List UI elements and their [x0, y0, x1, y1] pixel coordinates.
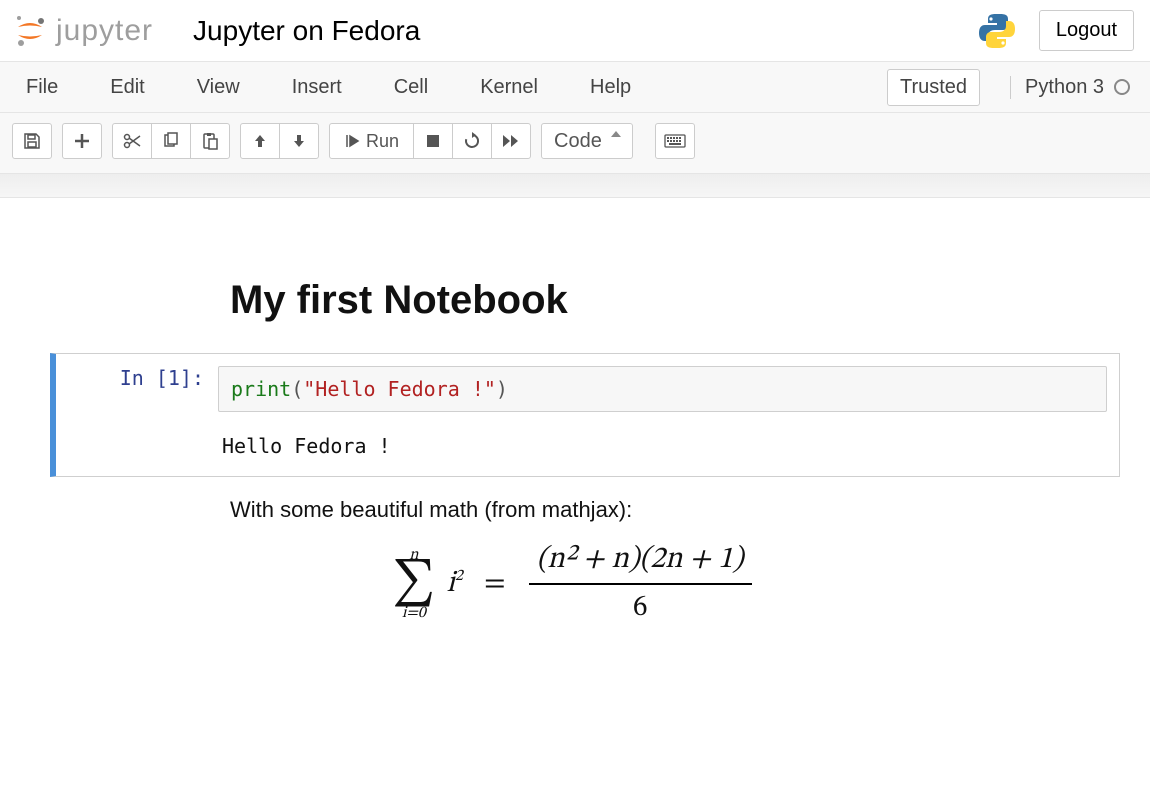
trusted-indicator[interactable]: Trusted [887, 69, 980, 106]
copy-button[interactable] [151, 123, 191, 159]
cell-type-select[interactable]: Code [541, 123, 633, 159]
run-icon [344, 133, 360, 149]
kernel-indicator: Python 3 [1010, 76, 1130, 99]
paste-icon [201, 132, 219, 150]
markdown-text[interactable]: With some beautiful math (from mathjax): [230, 497, 1120, 523]
move-down-button[interactable] [279, 123, 319, 159]
fraction-denominator: 6 [633, 585, 648, 627]
restart-button[interactable] [452, 123, 492, 159]
toolbar: Run Code [0, 113, 1150, 174]
menu-view[interactable]: View [191, 70, 246, 105]
output-prompt [68, 434, 218, 458]
fraction: (n² + n)(2n + 1) 6 [523, 541, 758, 627]
save-button[interactable] [12, 123, 52, 159]
cell-prompt: In [1]: [68, 366, 218, 390]
kernel-status-circle-icon [1114, 79, 1130, 95]
sum-lower: i=0 [402, 605, 426, 621]
cell-type-dropdown[interactable]: Code [541, 123, 633, 159]
scissors-icon [122, 132, 142, 150]
notebook-title[interactable]: Jupyter on Fedora [193, 15, 420, 47]
markdown-heading[interactable]: My first Notebook [230, 278, 1120, 323]
forward-icon [502, 133, 520, 149]
restart-icon [463, 132, 481, 150]
fraction-numerator: (n² + n)(2n + 1) [529, 541, 752, 585]
arrow-down-icon [291, 133, 307, 149]
menu-help[interactable]: Help [584, 70, 637, 105]
sum-term: i2 [442, 569, 466, 599]
token-string: "Hello Fedora !" [303, 377, 496, 401]
token-function: print [231, 377, 291, 401]
command-palette-button[interactable] [655, 123, 695, 159]
plus-icon [73, 132, 91, 150]
stop-button[interactable] [413, 123, 453, 159]
separator-strip [0, 174, 1150, 198]
keyboard-icon [664, 134, 686, 148]
menu-edit[interactable]: Edit [104, 70, 150, 105]
brand-text: jupyter [56, 14, 153, 48]
arrow-up-icon [252, 133, 268, 149]
notebook-area: My first Notebook In [1]: print("Hello F… [0, 198, 1150, 667]
cell-output: Hello Fedora ! [218, 434, 391, 458]
run-all-button[interactable] [491, 123, 531, 159]
run-label: Run [366, 131, 399, 152]
add-cell-button[interactable] [62, 123, 102, 159]
equal-sign: = [474, 569, 516, 599]
math-formula: n ∑ i=0 i2 = (n² + n)(2n + 1) 6 [30, 541, 1120, 627]
jupyter-icon [12, 13, 48, 49]
move-up-button[interactable] [240, 123, 280, 159]
jupyter-logo[interactable]: jupyter [12, 13, 153, 49]
run-button[interactable]: Run [329, 123, 414, 159]
token-paren-open: ( [291, 377, 303, 401]
code-input[interactable]: print("Hello Fedora !") [218, 366, 1107, 412]
menubar: File Edit View Insert Cell Kernel Help T… [0, 61, 1150, 113]
sum-symbol: n ∑ i=0 [392, 547, 435, 620]
menu-cell[interactable]: Cell [388, 70, 434, 105]
python-icon [977, 11, 1017, 51]
token-paren-close: ) [496, 377, 508, 401]
kernel-name: Python 3 [1025, 76, 1104, 99]
menu-file[interactable]: File [20, 70, 64, 105]
copy-icon [162, 132, 180, 150]
paste-button[interactable] [190, 123, 230, 159]
stop-icon [426, 134, 440, 148]
header-bar: jupyter Jupyter on Fedora Logout [0, 0, 1150, 61]
code-cell[interactable]: In [1]: print("Hello Fedora !") Hello Fe… [50, 353, 1120, 477]
sigma-icon: ∑ [392, 563, 435, 604]
cut-button[interactable] [112, 123, 152, 159]
logout-button[interactable]: Logout [1039, 10, 1134, 51]
save-icon [23, 132, 41, 150]
menu-insert[interactable]: Insert [286, 70, 348, 105]
menu-kernel[interactable]: Kernel [474, 70, 544, 105]
